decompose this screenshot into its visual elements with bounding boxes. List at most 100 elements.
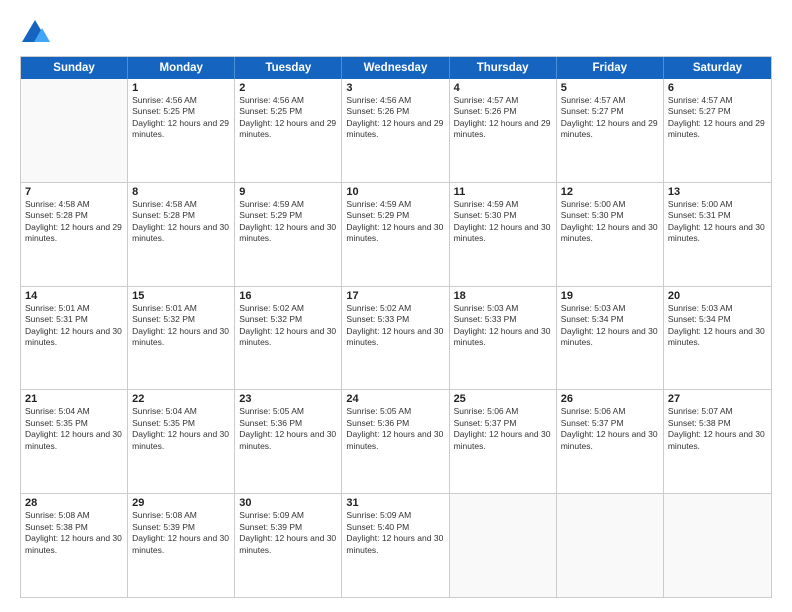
day-number: 24 (346, 393, 444, 405)
day-info: Sunrise: 4:57 AMSunset: 5:27 PMDaylight:… (668, 95, 767, 141)
day-info: Sunrise: 4:56 AMSunset: 5:25 PMDaylight:… (132, 95, 230, 141)
calendar-cell: 2Sunrise: 4:56 AMSunset: 5:25 PMDaylight… (235, 79, 342, 182)
day-number: 23 (239, 393, 337, 405)
day-info: Sunrise: 5:04 AMSunset: 5:35 PMDaylight:… (132, 406, 230, 452)
calendar-cell (664, 494, 771, 597)
day-number: 18 (454, 290, 552, 302)
day-info: Sunrise: 4:57 AMSunset: 5:27 PMDaylight:… (561, 95, 659, 141)
calendar-cell: 3Sunrise: 4:56 AMSunset: 5:26 PMDaylight… (342, 79, 449, 182)
calendar-header: SundayMondayTuesdayWednesdayThursdayFrid… (21, 57, 771, 79)
calendar-cell: 28Sunrise: 5:08 AMSunset: 5:38 PMDayligh… (21, 494, 128, 597)
day-number: 14 (25, 290, 123, 302)
day-info: Sunrise: 5:02 AMSunset: 5:32 PMDaylight:… (239, 303, 337, 349)
day-info: Sunrise: 4:56 AMSunset: 5:26 PMDaylight:… (346, 95, 444, 141)
day-number: 6 (668, 82, 767, 94)
day-info: Sunrise: 5:09 AMSunset: 5:39 PMDaylight:… (239, 510, 337, 556)
logo (20, 18, 54, 46)
day-info: Sunrise: 5:01 AMSunset: 5:31 PMDaylight:… (25, 303, 123, 349)
day-number: 30 (239, 497, 337, 509)
calendar-cell: 18Sunrise: 5:03 AMSunset: 5:33 PMDayligh… (450, 287, 557, 390)
calendar-cell: 7Sunrise: 4:58 AMSunset: 5:28 PMDaylight… (21, 183, 128, 286)
day-number: 20 (668, 290, 767, 302)
day-number: 11 (454, 186, 552, 198)
calendar-week-4: 21Sunrise: 5:04 AMSunset: 5:35 PMDayligh… (21, 390, 771, 494)
calendar-cell: 23Sunrise: 5:05 AMSunset: 5:36 PMDayligh… (235, 390, 342, 493)
day-info: Sunrise: 4:59 AMSunset: 5:29 PMDaylight:… (346, 199, 444, 245)
calendar-cell: 22Sunrise: 5:04 AMSunset: 5:35 PMDayligh… (128, 390, 235, 493)
day-info: Sunrise: 5:03 AMSunset: 5:34 PMDaylight:… (561, 303, 659, 349)
calendar-week-5: 28Sunrise: 5:08 AMSunset: 5:38 PMDayligh… (21, 494, 771, 597)
day-info: Sunrise: 4:58 AMSunset: 5:28 PMDaylight:… (25, 199, 123, 245)
calendar-cell: 6Sunrise: 4:57 AMSunset: 5:27 PMDaylight… (664, 79, 771, 182)
calendar-week-1: 1Sunrise: 4:56 AMSunset: 5:25 PMDaylight… (21, 79, 771, 183)
calendar-cell (450, 494, 557, 597)
calendar-cell: 8Sunrise: 4:58 AMSunset: 5:28 PMDaylight… (128, 183, 235, 286)
header-day-wednesday: Wednesday (342, 57, 449, 79)
calendar-cell: 20Sunrise: 5:03 AMSunset: 5:34 PMDayligh… (664, 287, 771, 390)
day-number: 13 (668, 186, 767, 198)
day-info: Sunrise: 4:57 AMSunset: 5:26 PMDaylight:… (454, 95, 552, 141)
day-info: Sunrise: 5:07 AMSunset: 5:38 PMDaylight:… (668, 406, 767, 452)
calendar-cell: 24Sunrise: 5:05 AMSunset: 5:36 PMDayligh… (342, 390, 449, 493)
calendar-cell: 1Sunrise: 4:56 AMSunset: 5:25 PMDaylight… (128, 79, 235, 182)
header-day-sunday: Sunday (21, 57, 128, 79)
day-info: Sunrise: 5:04 AMSunset: 5:35 PMDaylight:… (25, 406, 123, 452)
calendar-cell: 19Sunrise: 5:03 AMSunset: 5:34 PMDayligh… (557, 287, 664, 390)
calendar-cell: 13Sunrise: 5:00 AMSunset: 5:31 PMDayligh… (664, 183, 771, 286)
day-number: 5 (561, 82, 659, 94)
day-info: Sunrise: 5:03 AMSunset: 5:34 PMDaylight:… (668, 303, 767, 349)
day-number: 3 (346, 82, 444, 94)
day-info: Sunrise: 5:00 AMSunset: 5:31 PMDaylight:… (668, 199, 767, 245)
calendar-cell: 27Sunrise: 5:07 AMSunset: 5:38 PMDayligh… (664, 390, 771, 493)
day-number: 26 (561, 393, 659, 405)
calendar-week-2: 7Sunrise: 4:58 AMSunset: 5:28 PMDaylight… (21, 183, 771, 287)
day-number: 12 (561, 186, 659, 198)
header-day-monday: Monday (128, 57, 235, 79)
day-info: Sunrise: 5:02 AMSunset: 5:33 PMDaylight:… (346, 303, 444, 349)
day-number: 31 (346, 497, 444, 509)
calendar-cell: 16Sunrise: 5:02 AMSunset: 5:32 PMDayligh… (235, 287, 342, 390)
day-number: 16 (239, 290, 337, 302)
calendar-cell: 17Sunrise: 5:02 AMSunset: 5:33 PMDayligh… (342, 287, 449, 390)
day-number: 27 (668, 393, 767, 405)
day-number: 17 (346, 290, 444, 302)
day-info: Sunrise: 4:56 AMSunset: 5:25 PMDaylight:… (239, 95, 337, 141)
header (20, 18, 772, 46)
day-number: 19 (561, 290, 659, 302)
day-number: 15 (132, 290, 230, 302)
calendar: SundayMondayTuesdayWednesdayThursdayFrid… (20, 56, 772, 598)
day-number: 1 (132, 82, 230, 94)
header-day-saturday: Saturday (664, 57, 771, 79)
calendar-cell: 9Sunrise: 4:59 AMSunset: 5:29 PMDaylight… (235, 183, 342, 286)
day-number: 8 (132, 186, 230, 198)
day-number: 29 (132, 497, 230, 509)
calendar-cell: 4Sunrise: 4:57 AMSunset: 5:26 PMDaylight… (450, 79, 557, 182)
day-number: 4 (454, 82, 552, 94)
day-info: Sunrise: 5:05 AMSunset: 5:36 PMDaylight:… (239, 406, 337, 452)
day-number: 21 (25, 393, 123, 405)
day-info: Sunrise: 5:06 AMSunset: 5:37 PMDaylight:… (561, 406, 659, 452)
calendar-cell: 31Sunrise: 5:09 AMSunset: 5:40 PMDayligh… (342, 494, 449, 597)
calendar-cell: 10Sunrise: 4:59 AMSunset: 5:29 PMDayligh… (342, 183, 449, 286)
day-number: 10 (346, 186, 444, 198)
day-number: 22 (132, 393, 230, 405)
header-day-thursday: Thursday (450, 57, 557, 79)
day-number: 9 (239, 186, 337, 198)
day-info: Sunrise: 5:03 AMSunset: 5:33 PMDaylight:… (454, 303, 552, 349)
calendar-cell: 25Sunrise: 5:06 AMSunset: 5:37 PMDayligh… (450, 390, 557, 493)
day-number: 7 (25, 186, 123, 198)
calendar-cell (21, 79, 128, 182)
day-info: Sunrise: 4:59 AMSunset: 5:29 PMDaylight:… (239, 199, 337, 245)
day-number: 28 (25, 497, 123, 509)
day-number: 2 (239, 82, 337, 94)
calendar-cell: 15Sunrise: 5:01 AMSunset: 5:32 PMDayligh… (128, 287, 235, 390)
calendar-cell: 30Sunrise: 5:09 AMSunset: 5:39 PMDayligh… (235, 494, 342, 597)
day-info: Sunrise: 5:06 AMSunset: 5:37 PMDaylight:… (454, 406, 552, 452)
calendar-cell: 5Sunrise: 4:57 AMSunset: 5:27 PMDaylight… (557, 79, 664, 182)
header-day-friday: Friday (557, 57, 664, 79)
calendar-cell: 26Sunrise: 5:06 AMSunset: 5:37 PMDayligh… (557, 390, 664, 493)
page: SundayMondayTuesdayWednesdayThursdayFrid… (0, 0, 792, 612)
calendar-cell: 14Sunrise: 5:01 AMSunset: 5:31 PMDayligh… (21, 287, 128, 390)
header-day-tuesday: Tuesday (235, 57, 342, 79)
day-info: Sunrise: 4:58 AMSunset: 5:28 PMDaylight:… (132, 199, 230, 245)
